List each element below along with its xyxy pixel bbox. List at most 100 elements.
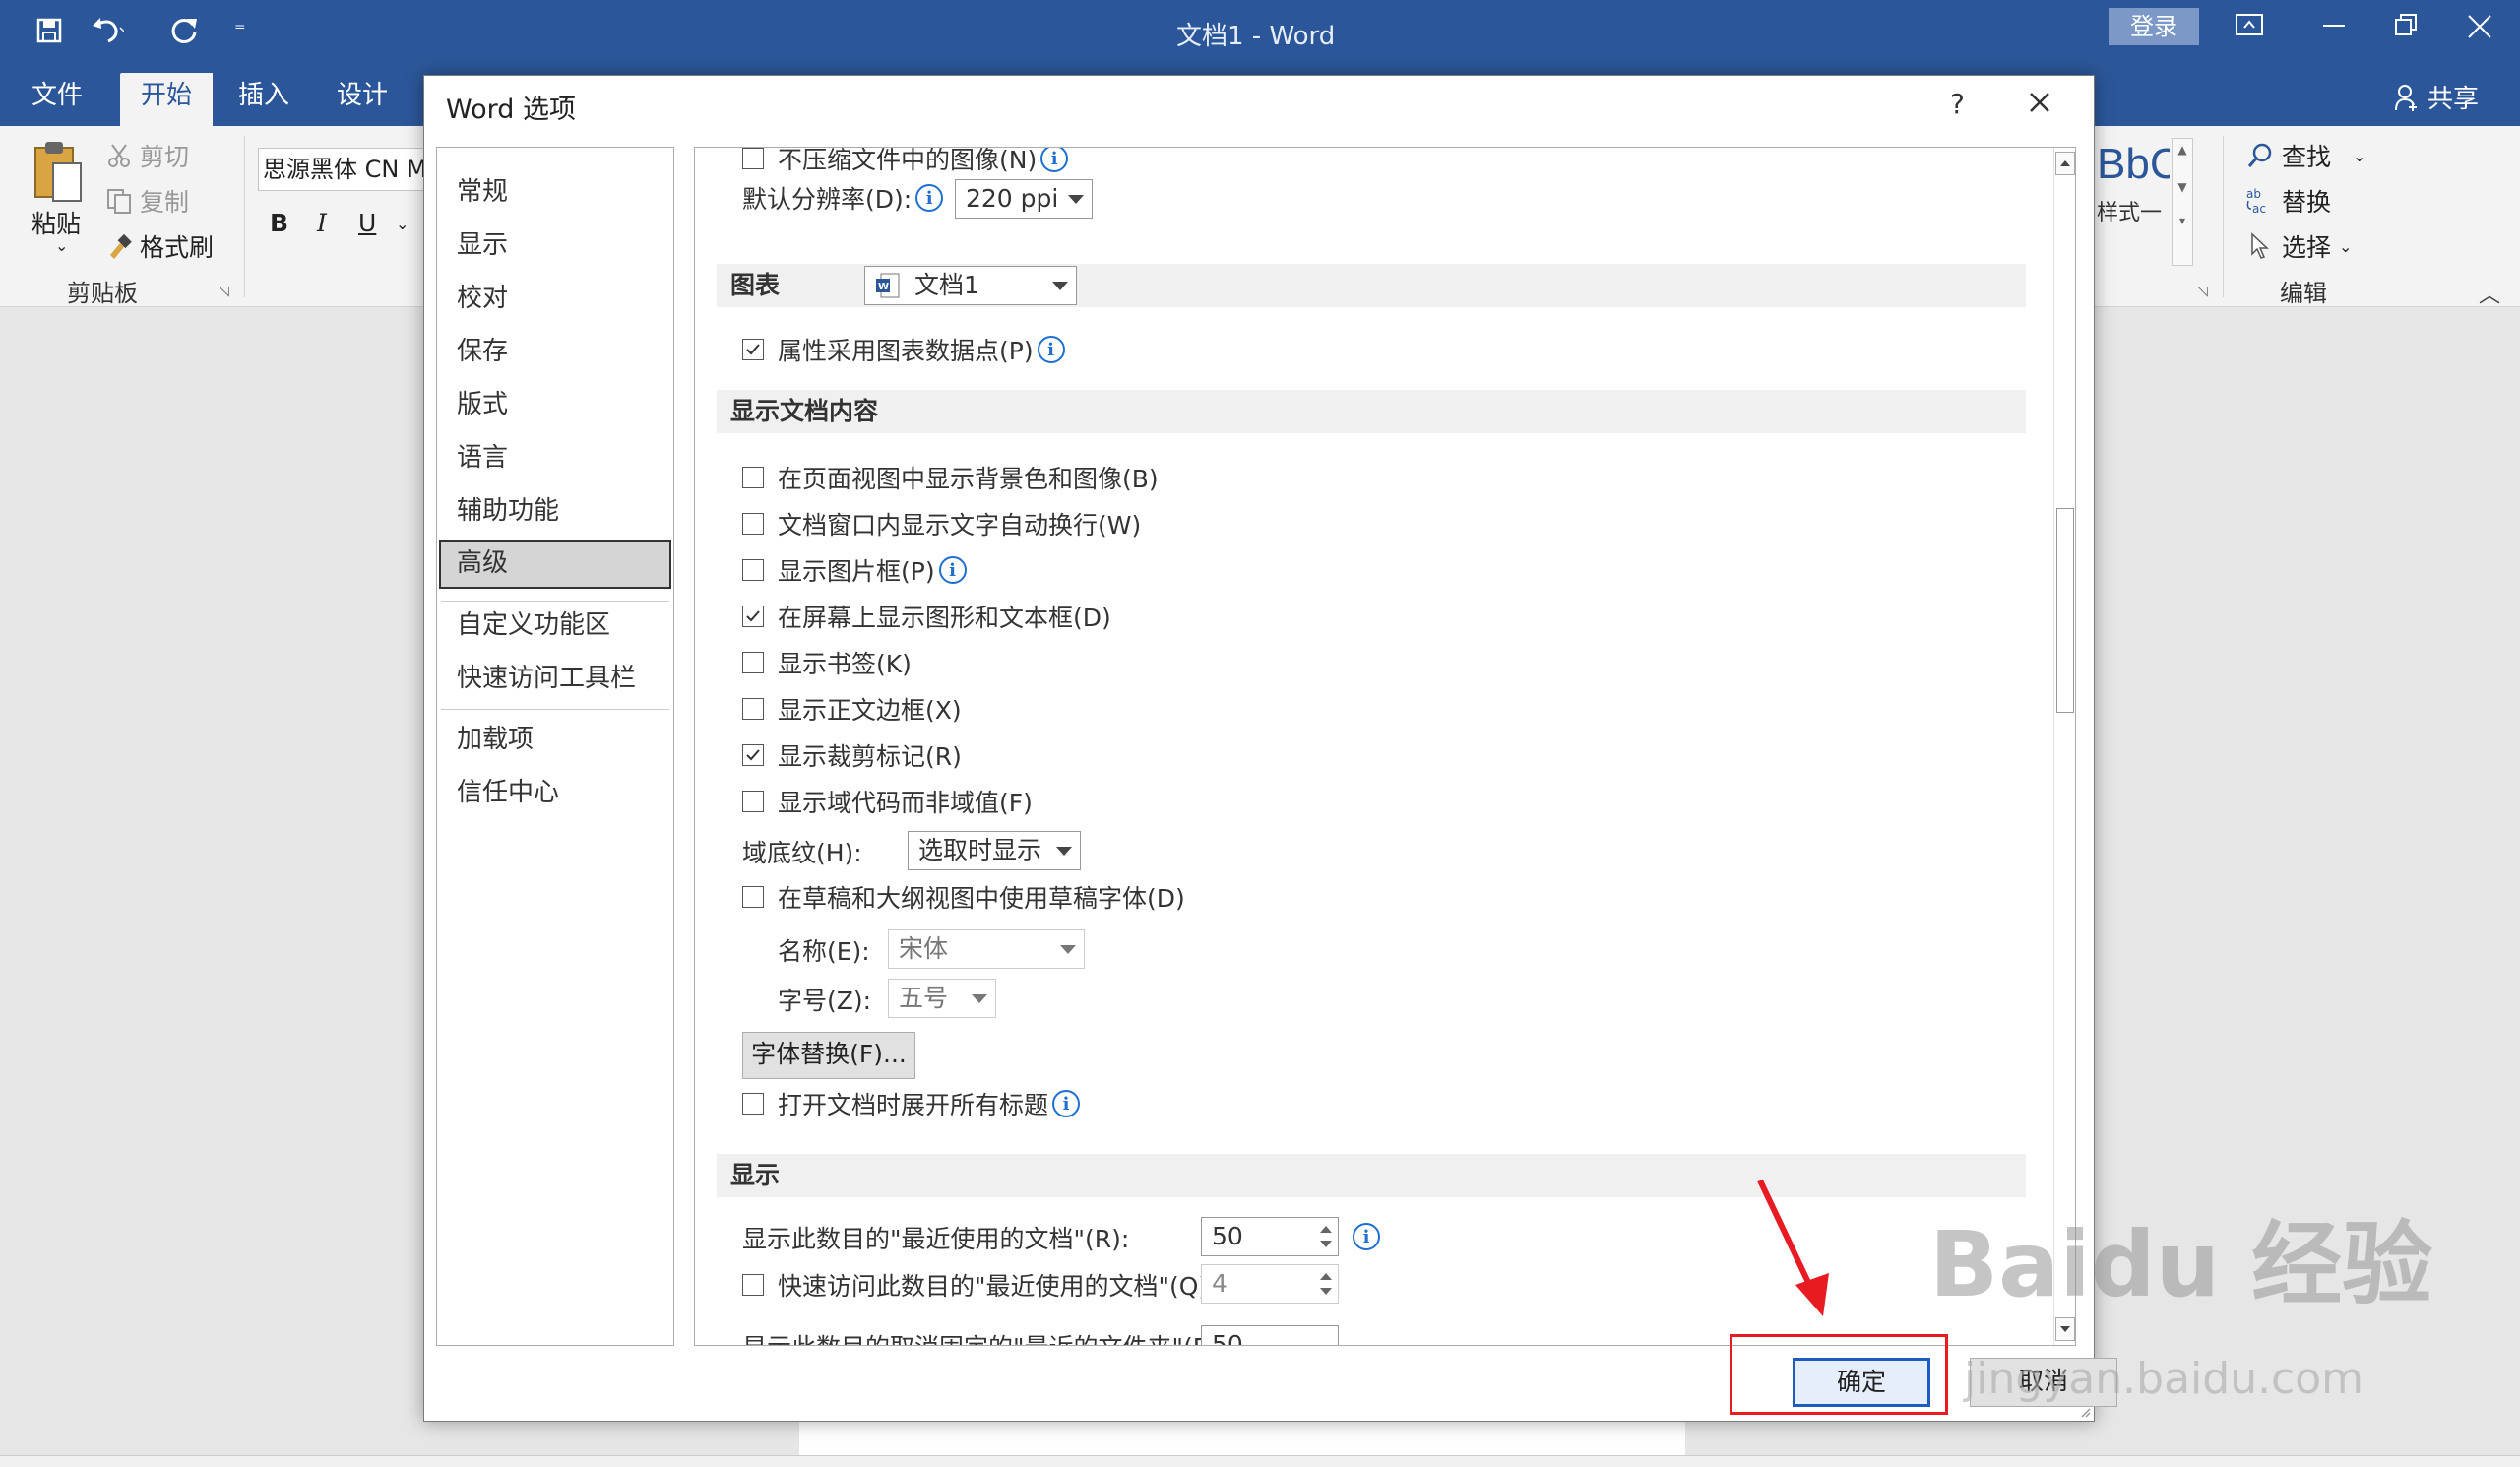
save-icon[interactable] [35, 14, 63, 47]
nav-quick-access-toolbar[interactable]: 快速访问工具栏 [437, 654, 673, 703]
nav-trust-center[interactable]: 信任中心 [437, 768, 673, 817]
checkbox[interactable] [742, 606, 764, 627]
select-button[interactable]: 选择 ⌄ [2246, 228, 2352, 264]
nav-advanced[interactable]: 高级 [439, 540, 671, 589]
nav-display[interactable]: 显示 [437, 221, 673, 270]
login-button[interactable]: 登录 [2109, 8, 2199, 45]
find-label: 查找 [2282, 143, 2332, 171]
draft-font-size-dropdown[interactable]: 五号 [888, 979, 996, 1018]
styles-scroll[interactable]: ▲ ▼ ▾ [2172, 138, 2193, 266]
help-button[interactable]: ? [1950, 88, 1965, 120]
replace-icon: abac [2246, 187, 2266, 215]
checkbox[interactable] [742, 559, 764, 581]
checkbox[interactable] [742, 744, 764, 766]
tab-file[interactable]: 文件 [22, 73, 93, 126]
nav-proofing[interactable]: 校对 [437, 274, 673, 323]
compress-images-option[interactable]: 不压缩文件中的图像(N) i [742, 148, 1069, 175]
checkbox[interactable] [742, 1274, 764, 1296]
styles-gallery[interactable]: BbC 样式一 [2097, 140, 2170, 250]
quick-access-spinner[interactable]: 4 [1201, 1264, 1339, 1304]
checkbox[interactable] [742, 791, 764, 812]
scroll-up-icon[interactable] [2055, 152, 2075, 175]
clipboard-launcher-icon[interactable]: ◹ [219, 284, 229, 299]
draft-font-name-dropdown[interactable]: 宋体 [888, 929, 1085, 969]
display-content-section-title: 显示文档内容 [730, 397, 879, 425]
info-icon: i [915, 184, 944, 212]
scroll-thumb[interactable] [2056, 508, 2074, 713]
dialog-close-icon[interactable] [2025, 88, 2064, 127]
show-background-option[interactable]: 在页面视图中显示背景色和图像(B) [742, 461, 1159, 494]
styles-launcher-icon[interactable]: ◹ [2197, 284, 2208, 299]
text-boundaries-option[interactable]: 显示正文边框(X) [742, 692, 962, 726]
qat-customize-icon[interactable]: ⁼ [234, 14, 246, 47]
nav-language[interactable]: 语言 [437, 433, 673, 482]
bold-button[interactable]: B [270, 209, 288, 237]
underline-dropdown-icon[interactable]: ⌄ [396, 215, 409, 233]
checkbox[interactable] [742, 652, 764, 673]
paste-button[interactable]: 粘贴 [32, 205, 81, 240]
svg-text:ac: ac [2252, 202, 2266, 215]
nav-save[interactable]: 保存 [437, 327, 673, 376]
checkbox[interactable] [742, 467, 764, 488]
nav-accessibility[interactable]: 辅助功能 [437, 486, 673, 536]
field-shading-dropdown[interactable]: 选取时显示 [908, 831, 1081, 870]
field-shading-label: 域底纹(H): [742, 839, 862, 867]
checkbox[interactable] [742, 698, 764, 720]
cut-label: 剪切 [140, 143, 190, 171]
underline-button[interactable]: U [358, 209, 376, 237]
recent-docs-label: 显示此数目的"最近使用的文档"(R): [742, 1225, 1130, 1253]
italic-button[interactable]: I [317, 209, 327, 237]
content-scrollbar[interactable] [2053, 148, 2075, 1345]
checkbox[interactable] [742, 339, 764, 360]
checkbox[interactable] [742, 148, 764, 169]
nav-layout[interactable]: 版式 [437, 380, 673, 429]
checkbox[interactable] [742, 886, 764, 908]
restore-icon[interactable] [2392, 12, 2431, 45]
chart-document-dropdown[interactable]: W 文档1 [864, 266, 1077, 305]
copy-button[interactable]: 复制 [106, 183, 189, 219]
close-window-icon[interactable] [2465, 12, 2504, 45]
chart-data-points-option[interactable]: 属性采用图表数据点(P) i [742, 333, 1065, 366]
wrap-text-option[interactable]: 文档窗口内显示文字自动换行(W) [742, 507, 1141, 541]
paste-icon[interactable] [30, 138, 85, 207]
tab-home[interactable]: 开始 [120, 73, 213, 126]
show-bookmarks-option[interactable]: 显示书签(K) [742, 646, 912, 679]
select-label: 选择 [2282, 233, 2332, 262]
show-drawings-option[interactable]: 在屏幕上显示图形和文本框(D) [742, 600, 1111, 633]
undo-icon[interactable] [91, 14, 124, 47]
field-codes-option[interactable]: 显示域代码而非域值(F) [742, 785, 1033, 818]
svg-text:ab: ab [2246, 187, 2261, 201]
checkbox[interactable] [742, 1093, 764, 1115]
share-button[interactable]: 共享 [2394, 79, 2479, 115]
nav-addins[interactable]: 加载项 [437, 715, 673, 764]
nav-customize-ribbon[interactable]: 自定义功能区 [437, 601, 673, 650]
cut-button[interactable]: 剪切 [106, 138, 189, 173]
font-substitution-button[interactable]: 字体替换(F)... [742, 1032, 915, 1079]
draft-font-option[interactable]: 在草稿和大纲视图中使用草稿字体(D) [742, 880, 1185, 914]
scissors-icon [108, 144, 130, 167]
recent-docs-spinner[interactable]: 50 [1201, 1217, 1339, 1256]
replace-button[interactable]: ab ac 替换 [2246, 183, 2331, 219]
resolution-dropdown[interactable]: 220 ppi [955, 179, 1093, 219]
tab-design[interactable]: 设计 [327, 73, 398, 126]
format-painter-button[interactable]: 格式刷 [106, 228, 214, 264]
ribbon-display-options-icon[interactable] [2235, 12, 2274, 45]
recent-folders-spinner[interactable]: 50 [1201, 1325, 1339, 1345]
find-button[interactable]: 查找 ⌄ [2246, 138, 2365, 173]
quick-access-recent-option[interactable]: 快速访问此数目的"最近使用的文档"(Q): [742, 1268, 1217, 1302]
minimize-icon[interactable] [2319, 12, 2359, 45]
option-label: 在屏幕上显示图形和文本框(D) [778, 604, 1111, 632]
redo-icon[interactable] [169, 14, 201, 47]
font-name-box[interactable]: 思源黑体 CN M [258, 148, 427, 191]
checkbox[interactable] [742, 513, 764, 535]
resize-grip-icon[interactable] [2078, 1405, 2092, 1419]
paste-dropdown-icon[interactable]: ⌄ [55, 236, 68, 255]
nav-general[interactable]: 常规 [437, 167, 673, 217]
person-icon [2395, 84, 2417, 111]
tab-insert[interactable]: 插入 [228, 73, 299, 126]
collapse-ribbon-icon[interactable]: ︿ [2479, 278, 2500, 309]
picture-placeholders-option[interactable]: 显示图片框(P) i [742, 553, 967, 587]
info-icon: i [1353, 1223, 1380, 1250]
expand-headings-option[interactable]: 打开文档时展开所有标题 i [742, 1087, 1081, 1120]
crop-marks-option[interactable]: 显示裁剪标记(R) [742, 738, 962, 772]
